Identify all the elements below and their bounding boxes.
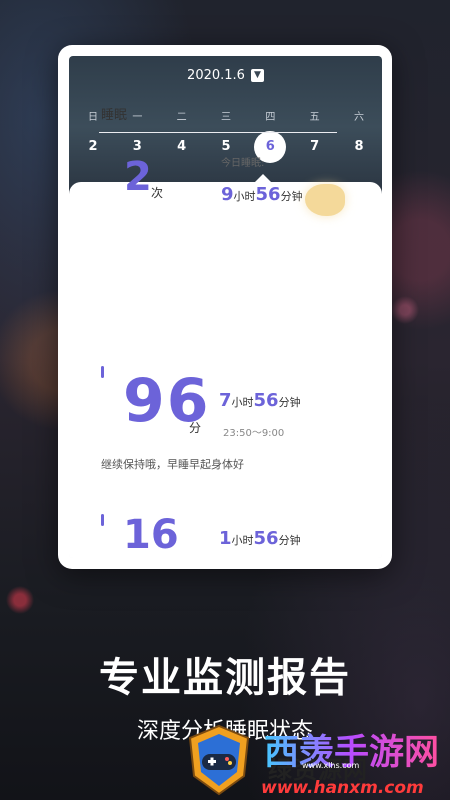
weekday-label: 四	[265, 112, 276, 123]
minutes-unit: 分钟	[280, 190, 303, 203]
today-sleep-duration: 9小时56分钟	[221, 184, 303, 205]
selected-day-pointer	[255, 174, 271, 182]
hours-value: 7	[219, 390, 232, 411]
weekday-label: 三	[220, 112, 231, 123]
weekday-label: 六	[353, 112, 364, 123]
section-marker	[101, 514, 104, 526]
weekday-label: 二	[176, 112, 187, 123]
hours-value: 1	[219, 528, 232, 549]
day-item[interactable]: 7	[303, 135, 327, 159]
promo-headline: 专业监测报告	[99, 655, 351, 701]
hours-unit: 小时	[231, 534, 254, 547]
minutes-unit: 分钟	[278, 534, 301, 547]
calendar-header: 2020.1.6 ▼ 日 一 二 三 四 五 六 2 3 4 5 6 7 8	[69, 56, 382, 198]
minutes-value: 56	[253, 390, 279, 411]
sleep-duration: 7小时56分钟	[219, 390, 301, 411]
sleep-count-unit: 次	[151, 186, 164, 200]
minutes-unit: 分钟	[278, 396, 301, 409]
minutes-value: 56	[253, 528, 279, 549]
today-sleep-label: 今日睡眠:	[221, 158, 265, 169]
sleep-score-secondary: 16	[123, 512, 179, 552]
minutes-value: 56	[255, 184, 281, 205]
phone-mockup: 2020.1.6 ▼ 日 一 二 三 四 五 六 2 3 4 5 6 7 8 睡…	[58, 45, 392, 569]
day-item[interactable]: 8	[347, 135, 371, 159]
day-item[interactable]: 4	[170, 135, 194, 159]
sleep-time-range: 23:50～9:00	[223, 428, 285, 439]
date-selector[interactable]: 2020.1.6 ▼	[69, 68, 382, 83]
sleep-card	[69, 182, 382, 558]
divider	[99, 132, 337, 133]
hours-value: 9	[221, 184, 234, 205]
watermark-site: www.xlhs.com	[302, 761, 360, 770]
hours-unit: 小时	[233, 190, 256, 203]
sleep-count: 2	[124, 154, 152, 200]
gamepad-logo-icon	[188, 724, 250, 796]
watermark-url: www.hanxm.com	[261, 778, 424, 798]
weekday-label: 五	[309, 112, 320, 123]
day-item[interactable]: 2	[81, 135, 105, 159]
sleep-duration-secondary: 1小时56分钟	[219, 528, 301, 549]
chevron-down-icon[interactable]: ▼	[250, 69, 264, 82]
sleep-score-unit: 分	[189, 421, 202, 435]
section-marker	[101, 366, 104, 378]
hours-unit: 小时	[231, 396, 254, 409]
current-date: 2020.1.6	[187, 68, 245, 83]
moon-icon	[305, 184, 345, 216]
sleep-tip: 继续保持哦，早睡早起身体好	[101, 458, 244, 471]
app-screen: 2020.1.6 ▼ 日 一 二 三 四 五 六 2 3 4 5 6 7 8 睡…	[69, 56, 382, 558]
card-title: 睡眠	[101, 108, 128, 123]
weekday-label: 一	[132, 112, 143, 123]
